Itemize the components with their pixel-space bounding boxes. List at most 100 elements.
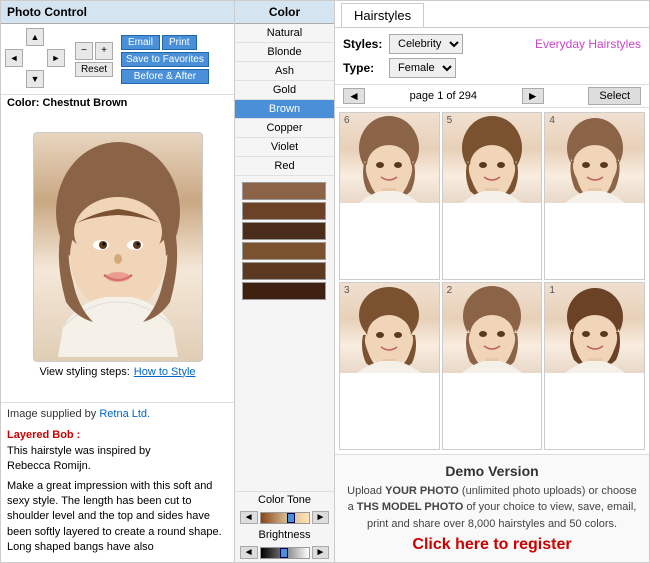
color-option-red[interactable]: Red: [235, 157, 334, 176]
thumb-face-svg-5: [452, 113, 532, 203]
thumb-5[interactable]: 5: [442, 112, 543, 280]
zoom-row: − +: [75, 42, 113, 60]
pagination-row: ◄ page 1 of 294 ► Select: [335, 85, 649, 108]
swatch-4[interactable]: [242, 242, 326, 260]
color-option-ash[interactable]: Ash: [235, 62, 334, 81]
thumb-num-6: 6: [344, 115, 350, 126]
reset-btn[interactable]: Reset: [75, 62, 113, 77]
thumb-6[interactable]: 6: [339, 112, 440, 280]
thumb-face-svg-1: [555, 283, 635, 373]
demo-bold-2: THS MODEL PHOTO: [357, 501, 464, 513]
brightness-slider[interactable]: [260, 547, 310, 559]
company-link[interactable]: Retna Ltd.: [99, 408, 150, 420]
face-thumb-6: [340, 113, 439, 203]
brightness-label: Brightness: [235, 527, 334, 543]
swatch-6[interactable]: [242, 282, 326, 300]
styles-select[interactable]: Celebrity: [389, 34, 463, 54]
color-option-brown[interactable]: Brown: [235, 100, 334, 119]
swatch-3[interactable]: [242, 222, 326, 240]
tab-hairstyles[interactable]: Hairstyles: [341, 3, 424, 27]
zoom-reset: − + Reset: [75, 42, 113, 77]
model-image: [33, 132, 203, 362]
demo-description: Upload YOUR PHOTO (unlimited photo uploa…: [347, 483, 637, 533]
brightness-thumb[interactable]: [280, 548, 288, 558]
thumb-3[interactable]: 3: [339, 282, 440, 450]
styles-label: Styles:: [343, 37, 383, 51]
email-button[interactable]: Email: [121, 35, 160, 50]
brightness-left-arrow[interactable]: ◄: [240, 546, 258, 559]
color-option-copper[interactable]: Copper: [235, 119, 334, 138]
right-arrow-btn[interactable]: ►: [47, 49, 65, 67]
thumb-2[interactable]: 2: [442, 282, 543, 450]
color-tone-label: Color Tone: [235, 492, 334, 508]
brightness-slider-row: ◄ ►: [235, 543, 334, 562]
color-label-text: Color:: [7, 97, 39, 109]
left-panel: Photo Control ▲ ◄ ► ▼ − + Reset Email: [0, 0, 235, 563]
right-panel: Hairstyles Styles: Celebrity Everyday Ha…: [335, 0, 650, 563]
demo-bold-1: YOUR PHOTO: [385, 485, 459, 497]
face-thumb-3: [340, 283, 439, 373]
color-tone-left-arrow[interactable]: ◄: [240, 511, 258, 524]
color-tone-slider-row: ◄ ►: [235, 508, 334, 527]
thumb-num-4: 4: [549, 115, 555, 126]
photo-control-header: Photo Control: [1, 1, 234, 24]
swatch-2[interactable]: [242, 202, 326, 220]
thumb-face-svg-3: [349, 283, 429, 373]
action-buttons: Email Print Save to Favorites Before & A…: [121, 35, 209, 84]
before-after-button[interactable]: Before & After: [121, 69, 209, 84]
type-row: Type: Female: [343, 58, 641, 78]
thumb-face-svg-4: [555, 113, 635, 203]
thumb-1[interactable]: 1: [544, 282, 645, 450]
thumbnails-grid: 6 5: [335, 108, 649, 454]
face-thumb-1: [545, 283, 644, 373]
email-print-row: Email Print: [121, 35, 209, 50]
color-option-blonde[interactable]: Blonde: [235, 43, 334, 62]
zoom-in-btn[interactable]: +: [95, 42, 113, 60]
style-title: Layered Bob :: [7, 428, 228, 443]
up-arrow-btn[interactable]: ▲: [26, 28, 44, 46]
thumb-face-svg-2: [452, 283, 532, 373]
color-option-gold[interactable]: Gold: [235, 81, 334, 100]
color-tone-slider[interactable]: [260, 512, 310, 524]
supplied-by-text: Image supplied by: [7, 408, 96, 420]
brightness-right-arrow[interactable]: ►: [312, 546, 330, 559]
down-arrow-btn[interactable]: ▼: [26, 70, 44, 88]
color-panel-header: Color: [235, 1, 334, 24]
color-option-natural[interactable]: Natural: [235, 24, 334, 43]
zoom-out-btn[interactable]: −: [75, 42, 93, 60]
hairstyles-tab: Hairstyles: [335, 1, 649, 28]
demo-text-1: Upload: [347, 485, 385, 497]
type-label: Type:: [343, 61, 383, 75]
thumb-4[interactable]: 4: [544, 112, 645, 280]
color-tone-right-arrow[interactable]: ►: [312, 511, 330, 524]
empty-3: [26, 49, 44, 67]
save-favorites-button[interactable]: Save to Favorites: [121, 52, 209, 67]
everyday-hairstyles-link[interactable]: Everyday Hairstyles: [535, 37, 641, 51]
inspired-by: This hairstyle was inspired by Rebecca R…: [7, 444, 228, 475]
next-page-btn[interactable]: ►: [522, 88, 544, 104]
thumb-num-2: 2: [447, 285, 453, 296]
select-button[interactable]: Select: [588, 87, 641, 105]
how-to-style-link[interactable]: How to Style: [134, 366, 196, 378]
swatch-5[interactable]: [242, 262, 326, 280]
print-button[interactable]: Print: [162, 35, 197, 50]
color-value: Chestnut Brown: [42, 97, 127, 109]
page-info: page 1 of 294: [410, 90, 477, 102]
thumb-num-1: 1: [549, 285, 555, 296]
register-link[interactable]: Click here to register: [347, 536, 637, 554]
swatch-1[interactable]: [242, 182, 326, 200]
prev-page-btn[interactable]: ◄: [343, 88, 365, 104]
photo-control-bar: ▲ ◄ ► ▼ − + Reset Email Print Save to Fa…: [1, 24, 234, 95]
face-thumb-2: [443, 283, 542, 373]
thumb-num-5: 5: [447, 115, 453, 126]
left-arrow-btn[interactable]: ◄: [5, 49, 23, 67]
thumb-num-3: 3: [344, 285, 350, 296]
color-tone-thumb[interactable]: [287, 513, 295, 523]
color-option-violet[interactable]: Violet: [235, 138, 334, 157]
arrow-pad: ▲ ◄ ► ▼: [5, 28, 67, 90]
color-label-row: Color: Chestnut Brown: [1, 95, 234, 111]
thumb-face-svg-6: [349, 113, 429, 203]
styling-steps-row: View styling steps: How to Style: [35, 362, 199, 382]
type-select[interactable]: Female: [389, 58, 456, 78]
style-controls: Styles: Celebrity Everyday Hairstyles Ty…: [335, 28, 649, 85]
